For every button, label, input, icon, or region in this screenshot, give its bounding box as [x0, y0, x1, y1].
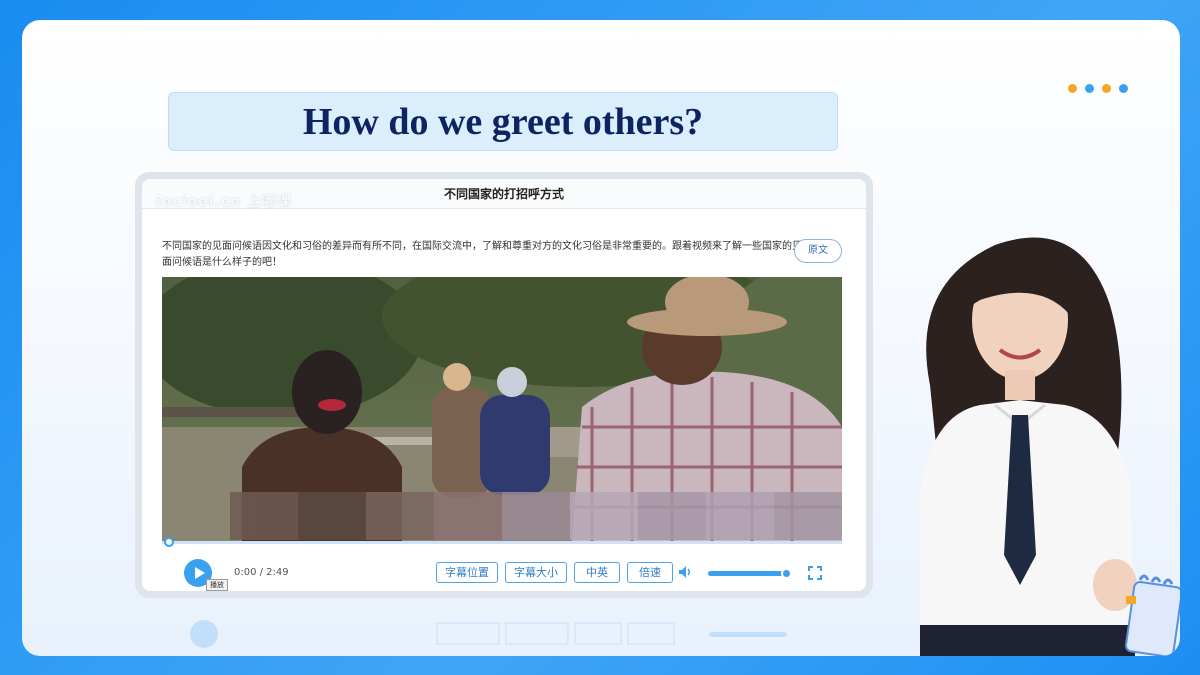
- decorative-dots: [1068, 84, 1128, 93]
- dot-orange: [1068, 84, 1077, 93]
- play-icon: [195, 567, 205, 579]
- slide: How do we greet others? 不同国家的打招呼方式 iocio…: [22, 20, 1180, 656]
- video-frame[interactable]: [162, 277, 842, 543]
- player-reflection: [135, 610, 873, 656]
- subtitle-size-button[interactable]: 字幕大小: [505, 562, 567, 583]
- play-tooltip: 播放: [206, 579, 228, 591]
- page-title: How do we greet others?: [302, 100, 704, 143]
- volume-handle[interactable]: [781, 568, 792, 579]
- volume-slider[interactable]: [708, 571, 786, 576]
- reflection-image: [190, 620, 787, 648]
- player-controls: 播放 0:00 / 2:49 字幕位置 字幕大小 中英 倍速: [142, 551, 866, 591]
- video-player-panel: 不同国家的打招呼方式 iocioei.cn 上哪课 不同国家的见面问候语因文化和…: [142, 179, 866, 591]
- language-button[interactable]: 中英: [574, 562, 620, 583]
- volume-icon[interactable]: [678, 565, 692, 579]
- fullscreen-icon[interactable]: [808, 566, 822, 580]
- video-player-frame: 不同国家的打招呼方式 iocioei.cn 上哪课 不同国家的见面问候语因文化和…: [135, 172, 873, 598]
- speed-button[interactable]: 倍速: [627, 562, 673, 583]
- notepad-icon: [1124, 574, 1180, 656]
- dot-blue: [1085, 84, 1094, 93]
- time-display: 0:00 / 2:49: [234, 567, 289, 578]
- original-text-button[interactable]: 原文: [794, 239, 842, 263]
- progress-bar[interactable]: [162, 541, 842, 544]
- video-scene-image: [162, 277, 842, 543]
- dot-blue: [1119, 84, 1128, 93]
- video-description: 不同国家的见面问候语因文化和习俗的差异而有所不同，在国际交流中，了解和尊重对方的…: [162, 241, 802, 268]
- progress-handle[interactable]: [164, 537, 174, 547]
- title-box: How do we greet others?: [168, 92, 838, 151]
- watermark: iocioei.cn 上哪课: [156, 194, 292, 210]
- subtitle-position-button[interactable]: 字幕位置: [436, 562, 498, 583]
- dot-orange: [1102, 84, 1111, 93]
